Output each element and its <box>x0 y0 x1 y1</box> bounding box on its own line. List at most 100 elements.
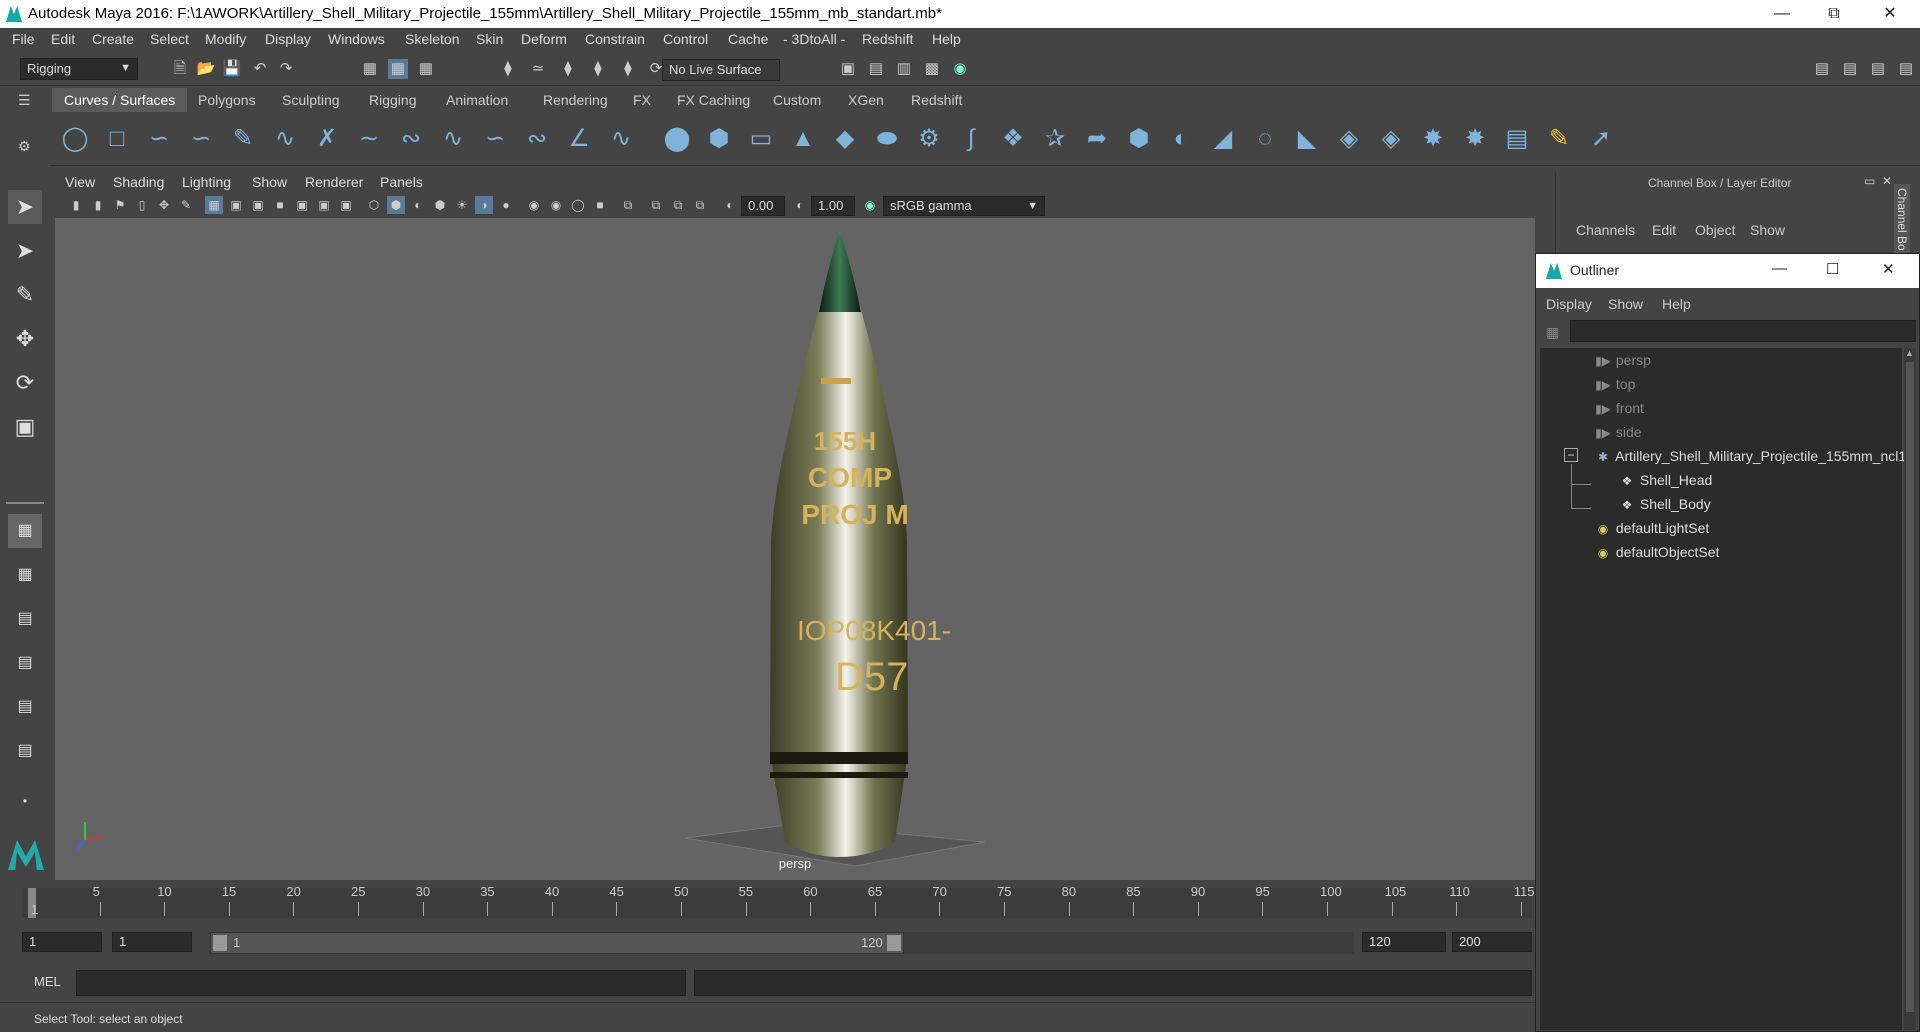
undo-icon[interactable]: ↶ <box>250 59 270 79</box>
extrude-icon[interactable]: ✰ <box>1040 124 1070 154</box>
ambient-occlusion-icon[interactable]: ● <box>497 196 515 214</box>
tab-fx-caching[interactable]: FX Caching <box>665 88 762 112</box>
exposure-field[interactable]: 0.00 <box>741 196 785 216</box>
outliner-item-front[interactable]: ▮▶ front <box>1594 400 1920 424</box>
view-transform-dropdown[interactable]: sRGB gamma ▼ <box>883 196 1045 216</box>
filter-icon[interactable]: ▦ <box>1546 324 1559 341</box>
persp-outliner-layout-icon[interactable]: ▤ <box>8 602 42 636</box>
collapse-toggle-icon[interactable]: − <box>1564 448 1578 462</box>
scrollbar-thumb[interactable] <box>1906 362 1914 1012</box>
outliner-menu-display[interactable]: Display <box>1546 296 1592 312</box>
snap-point-icon[interactable]: ⧫ <box>558 59 578 79</box>
time-slider[interactable]: 1 5 10 15 20 25 30 35 40 45 50 55 60 65 70 75 80 85 90 95 1… <box>0 882 1535 924</box>
outliner-item-shell-head[interactable]: ❖ Shell_Head <box>1618 472 1920 496</box>
safe-action-icon[interactable]: ▣ <box>315 196 333 214</box>
menu-edit[interactable]: Edit <box>51 31 75 47</box>
outliner-item-side[interactable]: ▮▶ side <box>1594 424 1920 448</box>
tab-redshift[interactable]: Redshift <box>899 88 974 112</box>
nurbs-plane-icon[interactable]: ◆ <box>830 124 860 154</box>
tab-xgen[interactable]: XGen <box>836 88 896 112</box>
outliner-item-default-object-set[interactable]: ◉ defaultObjectSet <box>1594 544 1920 568</box>
field-chart-icon[interactable]: ▣ <box>293 196 311 214</box>
close-button[interactable]: ✕ <box>1864 0 1916 28</box>
offset-curve-icon[interactable]: ∾ <box>522 124 552 154</box>
menu-constrain[interactable]: Constrain <box>585 31 645 47</box>
restore-button[interactable]: ⧉ <box>1808 0 1860 28</box>
smooth-shade-icon[interactable]: ⬢ <box>387 196 405 214</box>
range-end-handle[interactable] <box>887 935 901 951</box>
fillet-curve-icon[interactable]: ∠ <box>564 124 594 154</box>
outliner-layout-icon[interactable]: ▤ <box>8 734 42 768</box>
resolution-gate-icon[interactable]: ▣ <box>249 196 267 214</box>
render-frame-icon[interactable]: ▤ <box>866 59 886 79</box>
outliner-minimize-icon[interactable]: — <box>1772 260 1787 277</box>
menu-help[interactable]: Help <box>932 31 961 47</box>
tab-rendering[interactable]: Rendering <box>531 88 620 112</box>
tool-settings-icon[interactable]: ▤ <box>1868 59 1888 79</box>
extend-curve-icon[interactable]: ∿ <box>438 124 468 154</box>
paint-select-icon[interactable]: ✎ <box>8 278 42 312</box>
vp-menu-shading[interactable]: Shading <box>113 174 164 190</box>
perspective-viewport[interactable]: 155H COMP PROJ M IOP08K401- D57 persp <box>55 172 1535 880</box>
depth-of-field-icon[interactable]: ◯ <box>569 196 587 214</box>
outliner-item-default-light-set[interactable]: ◉ defaultLightSet <box>1594 520 1920 544</box>
move-tool-icon[interactable]: ✥ <box>8 322 42 356</box>
snap-grid-icon[interactable]: ⧫ <box>498 59 518 79</box>
nurbs-circle-icon[interactable]: ◯ <box>60 124 90 154</box>
cv-curve-icon[interactable]: ∽ <box>144 124 174 154</box>
menu-windows[interactable]: Windows <box>328 31 385 47</box>
tab-polygons[interactable]: Polygons <box>186 88 268 112</box>
playback-start-field[interactable]: 1 <box>112 932 192 952</box>
attach-curves-icon[interactable]: ∼ <box>354 124 384 154</box>
outliner-scrollbar[interactable]: ▲ <box>1904 348 1916 1030</box>
extend-surface-icon[interactable]: ◈ <box>1376 124 1406 154</box>
channel-box-toggle-icon[interactable]: ▤ <box>1896 59 1916 79</box>
hypershade-layout-icon[interactable]: ▤ <box>8 690 42 724</box>
persp-graph-layout-icon[interactable]: ▤ <box>8 646 42 680</box>
use-all-lights-icon[interactable]: ☀ <box>453 196 471 214</box>
menu-file[interactable]: File <box>12 31 35 47</box>
rebuild-surface-icon[interactable]: ▤ <box>1502 124 1532 154</box>
command-input[interactable] <box>76 970 686 996</box>
four-view-layout-icon[interactable]: ▦ <box>8 558 42 592</box>
range-start-handle[interactable] <box>213 935 227 951</box>
rotate-tool-icon[interactable]: ⟳ <box>8 366 42 400</box>
color-management-icon[interactable]: ◉ <box>861 196 879 214</box>
outliner-item-shell-body[interactable]: ❖ Shell_Body <box>1618 496 1920 520</box>
insert-knot-icon[interactable]: ∿ <box>606 124 636 154</box>
single-perspective-layout-icon[interactable]: ▦ <box>8 514 42 548</box>
boundary-icon[interactable]: ⬢ <box>1124 124 1154 154</box>
menu-skin[interactable]: Skin <box>476 31 503 47</box>
outliner-item-persp[interactable]: ▮▶ persp <box>1594 352 1920 376</box>
select-component-icon[interactable]: ▦ <box>416 59 436 79</box>
menu-deform[interactable]: Deform <box>521 31 567 47</box>
curve-intersect-icon[interactable]: ✗ <box>312 124 342 154</box>
xray-joints-icon[interactable]: ⧉ <box>647 196 665 214</box>
grease-pencil-icon[interactable]: ✎ <box>177 196 195 214</box>
end-time-field[interactable]: 200 <box>1452 932 1532 952</box>
render-view-icon[interactable]: ▣ <box>838 59 858 79</box>
outliner-item-top[interactable]: ▮▶ top <box>1594 376 1920 400</box>
scroll-up-icon[interactable]: ▲ <box>1905 348 1914 358</box>
tab-custom[interactable]: Custom <box>761 88 833 112</box>
revolve-icon[interactable]: ⚙ <box>914 124 944 154</box>
ep-curve-icon[interactable]: ∽ <box>186 124 216 154</box>
tab-curves-surfaces[interactable]: Curves / Surfaces <box>52 88 188 112</box>
cb-menu-channels[interactable]: Channels <box>1576 222 1635 238</box>
outliner-menu-help[interactable]: Help <box>1662 296 1691 312</box>
sidebar-tab-channel-box[interactable]: Channel Bo <box>1894 184 1910 255</box>
hypershade-icon[interactable]: ◉ <box>950 59 970 79</box>
square-surface-icon[interactable]: ◐ <box>1166 124 1196 154</box>
menu-cache[interactable]: Cache <box>728 31 768 47</box>
snap-view-icon[interactable]: ⧫ <box>588 59 608 79</box>
untrim-icon[interactable]: ◈ <box>1334 124 1364 154</box>
nurbs-square-icon[interactable]: □ <box>102 124 132 154</box>
snap-curve-icon[interactable]: ≃ <box>528 59 548 79</box>
pencil-curve-icon[interactable]: ✎ <box>228 124 258 154</box>
exposure-icon[interactable]: ◐ <box>721 196 739 214</box>
redo-icon[interactable]: ↷ <box>276 59 296 79</box>
vp-menu-view[interactable]: View <box>65 174 95 190</box>
multisample-icon[interactable]: ◉ <box>547 196 565 214</box>
safe-title-icon[interactable]: ▣ <box>337 196 355 214</box>
menu-redshift[interactable]: Redshift <box>862 31 913 47</box>
